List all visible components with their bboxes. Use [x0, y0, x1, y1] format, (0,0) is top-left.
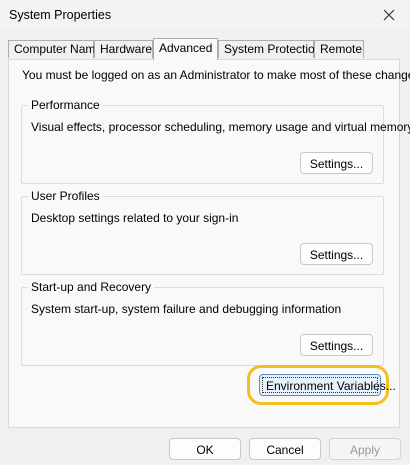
tab-advanced[interactable]: Advanced [153, 38, 218, 60]
ok-button[interactable]: OK [169, 438, 241, 460]
cancel-button[interactable]: Cancel [249, 438, 321, 460]
startup-recovery-description: System start-up, system failure and debu… [31, 302, 342, 316]
performance-group: Performance Visual effects, processor sc… [21, 98, 410, 184]
startup-recovery-group: Start-up and Recovery System start-up, s… [21, 280, 384, 366]
performance-description: Visual effects, processor scheduling, me… [31, 120, 410, 134]
user-profiles-settings-button[interactable]: Settings... [300, 243, 373, 265]
startup-recovery-settings-button[interactable]: Settings... [300, 334, 373, 356]
window-title: System Properties [9, 8, 112, 22]
apply-button: Apply [329, 438, 401, 460]
tab-computer-name[interactable]: Computer Name [8, 40, 102, 58]
startup-recovery-title: Start-up and Recovery [28, 280, 155, 294]
tab-hardware[interactable]: Hardware [94, 40, 153, 58]
user-profiles-title: User Profiles [28, 189, 103, 203]
tab-system-protection[interactable]: System Protection [218, 40, 321, 58]
close-icon [383, 9, 395, 21]
title-bar: System Properties [0, 0, 410, 30]
advanced-tab-panel: You must be logged on as an Administrato… [8, 59, 410, 428]
performance-settings-button[interactable]: Settings... [300, 152, 373, 174]
admin-notice: You must be logged on as an Administrato… [22, 68, 410, 82]
performance-title: Performance [28, 98, 103, 112]
system-properties-dialog: System Properties Computer Name Hardware… [0, 0, 410, 465]
user-profiles-group: User Profiles Desktop settings related t… [21, 189, 384, 275]
tab-remote[interactable]: Remote [314, 40, 364, 58]
environment-variables-button[interactable]: Environment Variables... [259, 374, 396, 396]
environment-variables-highlight: Environment Variables... [247, 365, 396, 405]
user-profiles-description: Desktop settings related to your sign-in [31, 211, 239, 225]
close-button[interactable] [368, 0, 410, 30]
